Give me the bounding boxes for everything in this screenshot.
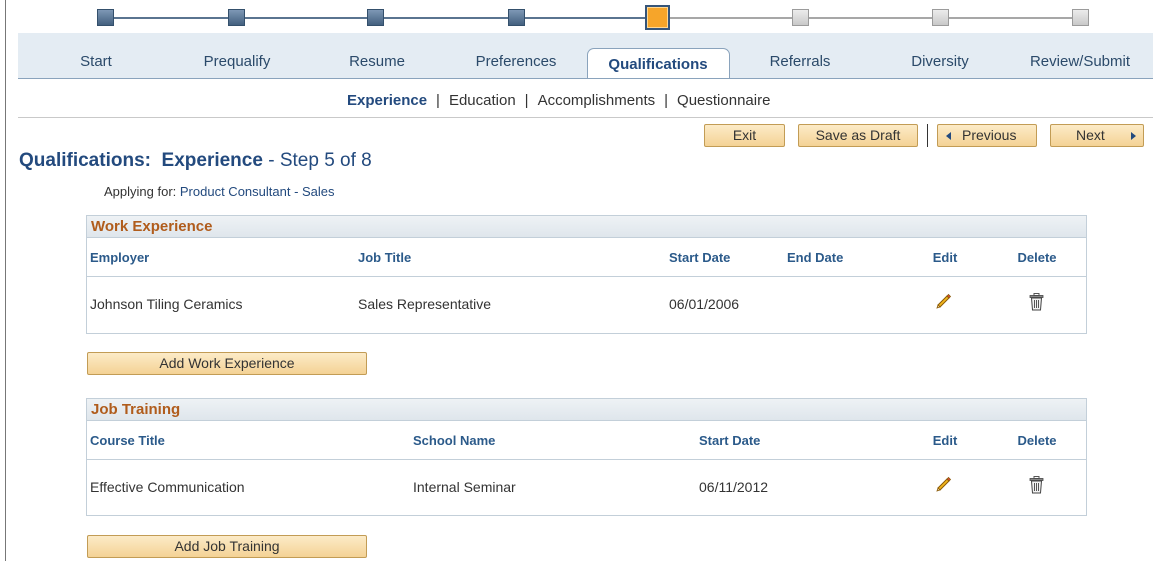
triangle-left-icon [946, 132, 951, 140]
step-label-preferences[interactable]: Preferences [476, 53, 557, 70]
subnav-accomplishments[interactable]: Accomplishments [538, 92, 656, 109]
step-label-start[interactable]: Start [80, 53, 112, 70]
step-marker-start[interactable] [97, 9, 114, 26]
sub-navigation: Experience | Education | Accomplishments | Que… [347, 92, 770, 109]
step-label-referrals[interactable]: Referrals [770, 53, 831, 70]
page-title: Qualifications: Experience - Step 5 of 8 [19, 150, 372, 172]
progress-train: Start Prequalify Resume Preferences Qual… [0, 0, 1153, 80]
subnav-education[interactable]: Education [449, 92, 516, 109]
pencil-icon[interactable] [935, 476, 952, 493]
step-marker-resume[interactable] [367, 9, 384, 26]
column-header-job-title: Job Title [358, 250, 412, 265]
next-button[interactable]: Next [1050, 124, 1144, 147]
column-header-school-name: School Name [413, 433, 496, 448]
train-divider [18, 78, 1153, 79]
step-marker-preferences[interactable] [508, 9, 525, 26]
trash-icon[interactable] [1029, 476, 1044, 494]
cell-course-title: Effective Communication [90, 479, 245, 495]
step-label-diversity[interactable]: Diversity [911, 53, 969, 70]
subnav-questionnaire[interactable]: Questionnaire [677, 92, 770, 109]
step-label-prequalify[interactable]: Prequalify [204, 53, 271, 70]
subnav-experience[interactable]: Experience [347, 92, 427, 109]
add-work-experience-button[interactable]: Add Work Experience [87, 352, 367, 375]
column-header-start-date: Start Date [669, 250, 731, 265]
applying-for-job-link[interactable]: Product Consultant - Sales [180, 184, 335, 199]
applying-for: Applying for: Product Consultant - Sales [104, 184, 335, 199]
page-left-border [5, 0, 6, 561]
column-header-delete: Delete [1017, 250, 1057, 265]
step-marker-referrals[interactable] [792, 9, 809, 26]
exit-button[interactable]: Exit [704, 124, 785, 147]
work-experience-grid: Work Experience Employer Job Title Start… [86, 215, 1087, 334]
page-title-section: Qualifications: [19, 150, 151, 171]
step-marker-prequalify[interactable] [228, 9, 245, 26]
previous-button[interactable]: Previous [937, 124, 1037, 147]
step-label-qualifications: Qualifications [608, 56, 708, 73]
toolbar-separator [927, 124, 928, 147]
work-experience-title: Work Experience [87, 216, 1086, 238]
applying-for-label: Applying for: [104, 184, 177, 199]
subnav-separator: | [664, 92, 669, 109]
save-as-draft-button[interactable]: Save as Draft [798, 124, 918, 147]
page-title-step: - Step 5 of 8 [268, 150, 372, 171]
train-connector-pending [656, 17, 1081, 19]
subnav-separator: | [524, 92, 529, 109]
step-marker-review-submit[interactable] [1072, 9, 1089, 26]
subnav-separator: | [436, 92, 440, 109]
column-header-edit: Edit [932, 250, 958, 265]
table-row: Johnson Tiling Ceramics Sales Representa… [87, 277, 1086, 332]
step-marker-qualifications [645, 5, 670, 30]
job-training-grid: Job Training Course Title School Name St… [86, 398, 1087, 516]
triangle-right-icon [1131, 132, 1136, 140]
cell-school-name: Internal Seminar [413, 479, 516, 495]
job-training-title: Job Training [87, 399, 1086, 421]
page-title-subsection: Experience [161, 150, 263, 171]
cell-job-title: Sales Representative [358, 296, 492, 312]
table-row: Effective Communication Internal Seminar… [87, 460, 1086, 515]
column-header-employer: Employer [90, 250, 150, 265]
column-header-course-title: Course Title [90, 433, 165, 448]
cell-start-date: 06/11/2012 [699, 479, 769, 495]
cell-employer: Johnson Tiling Ceramics [90, 296, 243, 312]
step-marker-diversity[interactable] [932, 9, 949, 26]
pencil-icon[interactable] [935, 293, 952, 310]
add-job-training-button[interactable]: Add Job Training [87, 535, 367, 558]
work-experience-header: Employer Job Title Start Date End Date E… [87, 238, 1086, 277]
step-label-resume[interactable]: Resume [349, 53, 405, 70]
trash-icon[interactable] [1029, 293, 1044, 311]
job-training-header: Course Title School Name Start Date Edit… [87, 421, 1086, 460]
previous-button-label: Previous [962, 127, 1017, 143]
subnav-divider [18, 117, 1153, 118]
column-header-start-date: Start Date [699, 433, 761, 448]
cell-start-date: 06/01/2006 [669, 296, 740, 312]
column-header-delete: Delete [1017, 433, 1057, 448]
step-label-review-submit[interactable]: Review/Submit [1030, 53, 1130, 70]
column-header-edit: Edit [932, 433, 958, 448]
column-header-end-date: End Date [787, 250, 844, 265]
next-button-label: Next [1076, 127, 1105, 143]
